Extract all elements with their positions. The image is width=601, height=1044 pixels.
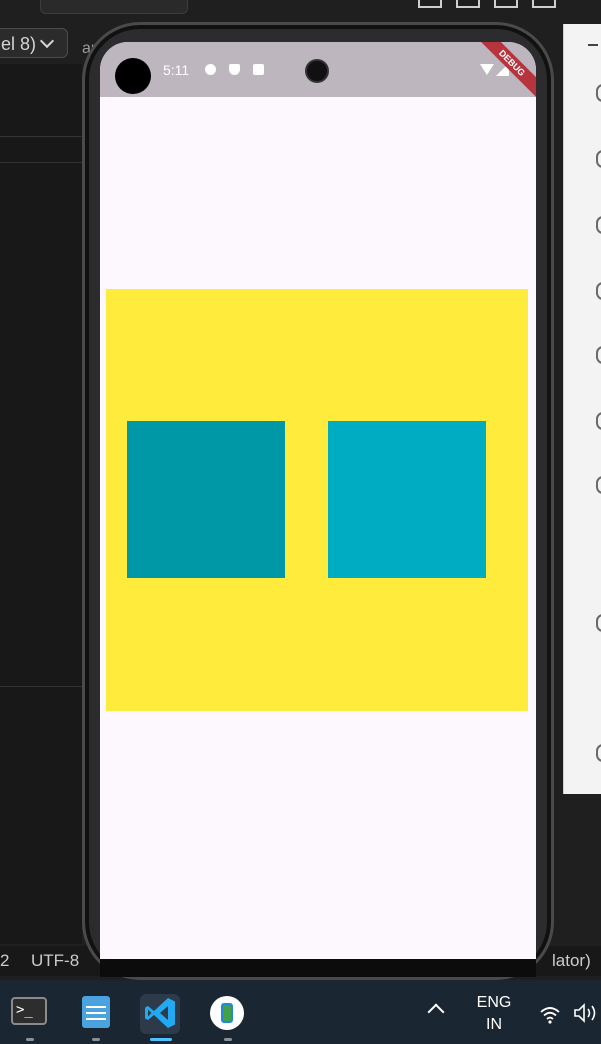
left-square bbox=[127, 421, 285, 578]
status-device[interactable]: lator) bbox=[552, 951, 591, 971]
chevron-down-icon bbox=[39, 33, 55, 49]
toggle-secondary-sidebar-icon[interactable] bbox=[494, 0, 518, 8]
sd-card-icon bbox=[253, 64, 264, 75]
toggle-panel-icon[interactable] bbox=[456, 0, 480, 8]
customize-layout-icon[interactable] bbox=[532, 0, 556, 8]
ide-title-bar bbox=[0, 0, 601, 24]
device-selector[interactable]: el 8) bbox=[0, 28, 68, 58]
android-status-bar: 5:11 DEBUG bbox=[100, 42, 536, 104]
terminal-running-indicator bbox=[26, 1038, 34, 1041]
terminal-icon[interactable]: >_ bbox=[11, 997, 47, 1025]
speaker-tray-icon[interactable] bbox=[573, 1003, 601, 1023]
android-emulator-icon[interactable] bbox=[210, 996, 244, 1030]
status-encoding[interactable]: UTF-8 bbox=[31, 951, 79, 971]
yellow-container bbox=[106, 289, 528, 711]
command-center-search[interactable] bbox=[40, 0, 188, 14]
volume-up-icon[interactable] bbox=[596, 150, 601, 168]
rotate-right-icon[interactable] bbox=[596, 346, 601, 364]
front-camera bbox=[115, 58, 151, 94]
android-navigation-bar bbox=[100, 959, 536, 977]
vscode-icon[interactable] bbox=[142, 995, 178, 1031]
settings-icon bbox=[205, 64, 216, 75]
back-icon[interactable] bbox=[596, 614, 601, 632]
language-code: ENG bbox=[476, 994, 512, 1011]
language-indicator[interactable]: ENG IN bbox=[468, 992, 520, 1036]
screenshot-icon[interactable] bbox=[596, 412, 601, 430]
volume-down-icon[interactable] bbox=[596, 216, 601, 234]
emulator-toolbar bbox=[563, 24, 601, 794]
camera-punch-hole bbox=[305, 59, 329, 83]
ide-side-panel bbox=[0, 64, 82, 944]
status-line-number[interactable]: 2 bbox=[0, 951, 9, 971]
wifi-icon bbox=[480, 64, 494, 75]
shield-icon bbox=[229, 64, 240, 75]
more-icon[interactable] bbox=[596, 744, 601, 762]
app-body bbox=[100, 97, 536, 959]
emulator-running-indicator bbox=[224, 1038, 232, 1041]
zoom-icon[interactable] bbox=[596, 476, 601, 494]
phone-screen[interactable]: 5:11 DEBUG bbox=[100, 42, 536, 959]
minimize-icon[interactable] bbox=[588, 44, 598, 46]
power-icon[interactable] bbox=[596, 84, 601, 102]
region-code: IN bbox=[486, 1016, 502, 1033]
notepad-running-indicator bbox=[92, 1038, 100, 1041]
status-time: 5:11 bbox=[163, 62, 190, 78]
right-square bbox=[328, 421, 486, 578]
notepad-icon[interactable] bbox=[82, 996, 110, 1028]
vscode-active-indicator bbox=[150, 1038, 172, 1041]
wifi-tray-icon[interactable] bbox=[539, 1003, 561, 1025]
layout-icon[interactable] bbox=[418, 0, 442, 8]
device-selector-label: el 8) bbox=[1, 34, 37, 54]
rotate-left-icon[interactable] bbox=[596, 282, 601, 300]
